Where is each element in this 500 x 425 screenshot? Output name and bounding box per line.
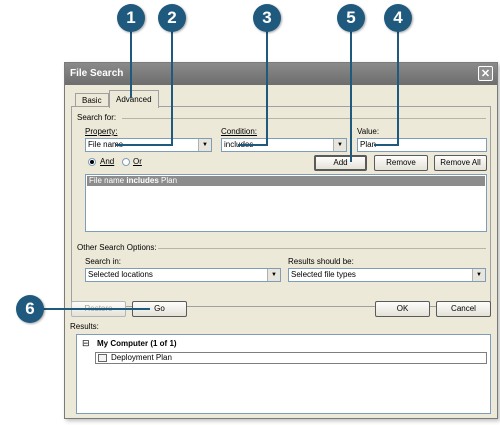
other-options-label: Other Search Options: xyxy=(77,243,157,252)
callout-3-line xyxy=(266,22,268,146)
search-for-divider xyxy=(122,118,486,119)
cancel-button[interactable]: Cancel xyxy=(436,301,491,317)
search-for-label: Search for: xyxy=(77,113,117,122)
results-expander-icon[interactable]: ⊟ xyxy=(82,338,90,349)
criteria-prefix: File name xyxy=(89,176,127,185)
value-label: Value: xyxy=(357,127,380,136)
callout-1: 1 xyxy=(117,4,145,32)
results-type-combo[interactable]: Selected file types ▼ xyxy=(288,268,486,282)
ok-button[interactable]: OK xyxy=(375,301,430,317)
result-item-label: Deployment Plan xyxy=(111,353,172,362)
and-radio[interactable] xyxy=(88,158,96,166)
criteria-suffix: Plan xyxy=(158,176,178,185)
remove-all-button[interactable]: Remove All xyxy=(434,155,487,171)
callout-4-line-h xyxy=(374,144,399,146)
remove-button[interactable]: Remove xyxy=(374,155,428,171)
callout-4-line xyxy=(397,22,399,146)
results-type-value: Selected file types xyxy=(291,270,356,279)
callout-5-line xyxy=(350,22,352,162)
results-group-label: My Computer (1 of 1) xyxy=(97,339,177,348)
callout-2: 2 xyxy=(158,4,186,32)
callout-3-line-h xyxy=(238,144,268,146)
file-search-dialog: File Search ✕ Basic Advanced Search for:… xyxy=(64,62,498,419)
or-label: Or xyxy=(133,157,142,166)
close-icon[interactable]: ✕ xyxy=(478,66,493,81)
and-label: And xyxy=(100,157,115,166)
chevron-down-icon[interactable]: ▼ xyxy=(267,269,280,281)
property-label: Property: xyxy=(85,127,118,136)
other-options-divider xyxy=(158,248,486,249)
tab-advanced[interactable]: Advanced xyxy=(109,90,159,108)
callout-2-line xyxy=(171,22,173,146)
dialog-title: File Search xyxy=(70,68,124,79)
chevron-down-icon[interactable]: ▼ xyxy=(333,139,346,151)
chevron-down-icon[interactable]: ▼ xyxy=(198,139,211,151)
or-radio[interactable] xyxy=(122,158,130,166)
criteria-list[interactable]: File name includes Plan xyxy=(85,174,487,232)
search-in-label: Search in: xyxy=(85,257,122,266)
chevron-down-icon[interactable]: ▼ xyxy=(472,269,485,281)
results-type-label: Results should be: xyxy=(288,257,354,266)
callout-6-line xyxy=(36,308,150,310)
search-in-combo[interactable]: Selected locations ▼ xyxy=(85,268,281,282)
callout-5: 5 xyxy=(337,4,365,32)
advanced-tab-panel: Search for: Property: File name ▼ Condit… xyxy=(71,106,491,307)
condition-label: Condition: xyxy=(221,127,258,136)
document-icon xyxy=(98,354,107,362)
criteria-condition: includes xyxy=(126,176,159,185)
results-label: Results: xyxy=(70,322,99,331)
callout-2-line-h xyxy=(116,144,173,146)
callout-4: 4 xyxy=(384,4,412,32)
result-item[interactable]: Deployment Plan xyxy=(95,352,487,364)
callout-3: 3 xyxy=(253,4,281,32)
add-button[interactable]: Add xyxy=(314,155,367,171)
results-list[interactable]: ⊟ My Computer (1 of 1) Deployment Plan xyxy=(76,334,491,414)
callout-1-line xyxy=(130,22,132,98)
search-in-value: Selected locations xyxy=(88,270,153,279)
callout-6: 6 xyxy=(16,295,44,323)
criteria-item[interactable]: File name includes Plan xyxy=(87,176,485,186)
